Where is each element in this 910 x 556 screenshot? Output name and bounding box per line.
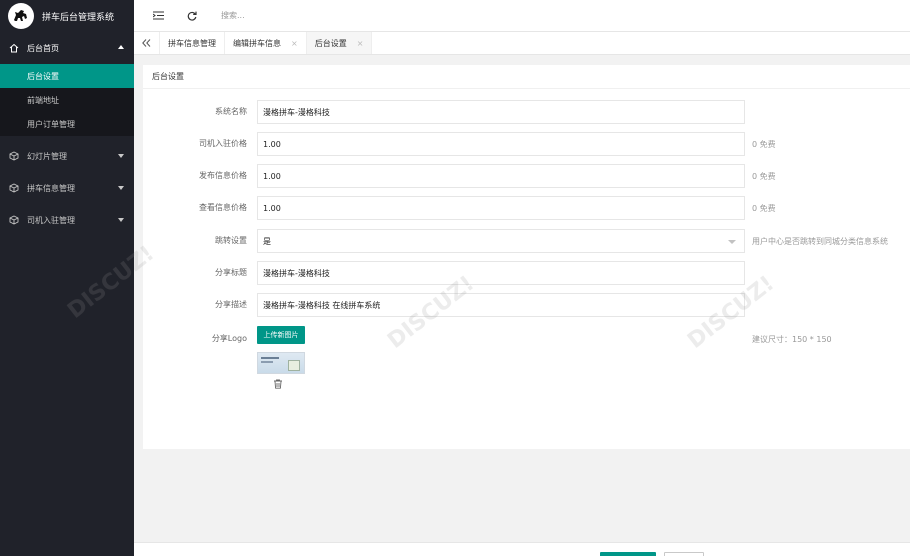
bottom-action-bar [134,542,910,556]
field-label: 分享描述 [215,300,247,309]
form-row-redirect: 跳转设置 是 用户中心是否跳转到同城分类信息系统 [143,229,910,253]
trash-icon[interactable] [273,379,283,389]
nav-group-home[interactable]: 后台首页 [0,32,134,64]
field-label: 系统名称 [215,107,247,116]
field-label: 发布信息价格 [199,171,247,180]
search-input[interactable]: 搜索... [221,10,245,21]
driver-price-input[interactable]: 1.00 [257,132,745,156]
tab-edit-carpool[interactable]: 编辑拼车信息 × [225,32,307,54]
tab-settings[interactable]: 后台设置 × [306,32,373,54]
tab-label: 编辑拼车信息 [233,38,281,48]
sub-menu-home: 后台设置 前端地址 用户订单管理 [0,64,134,136]
sidebar-item-settings[interactable]: 后台设置 [0,64,134,88]
submit-button[interactable] [600,552,656,556]
cube-icon [9,215,19,225]
menu-fold-icon[interactable] [151,9,165,23]
nav-group-driver[interactable]: 司机入驻管理 [0,204,134,236]
nav-group-label: 拼车信息管理 [27,183,75,193]
nav-group-carpool-info[interactable]: 拼车信息管理 [0,172,134,204]
chevron-down-icon [118,154,124,158]
horse-logo-icon [8,3,34,29]
nav-group-label: 幻灯片管理 [27,151,67,161]
reset-button[interactable] [664,552,704,556]
upload-image-button[interactable]: 上传新图片 [257,326,305,344]
field-hint: 0 免费 [752,204,776,213]
nav-group-label: 后台首页 [27,43,59,53]
field-hint: 0 免费 [752,140,776,149]
card-title: 后台设置 [143,65,910,89]
chevron-down-icon [118,186,124,190]
share-desc-input[interactable]: 漫格拼车-漫格科技 在线拼车系统 [257,293,745,317]
top-header: 搜索... [134,0,910,32]
home-icon [9,43,19,53]
redirect-select[interactable]: 是 [257,229,745,253]
chevron-down-icon [118,218,124,222]
form-row-share-title: 分享标题 漫格拼车-漫格科技 [143,261,910,285]
app-title: 拼车后台管理系统 [42,12,115,23]
refresh-icon[interactable] [185,9,199,23]
field-label: 分享Logo [211,334,247,343]
logo-thumbnail [257,352,305,374]
form-row-publish-price: 发布信息价格 1.00 0 免费 [143,164,910,188]
tab-carpool-info[interactable]: 拼车信息管理 [160,32,225,54]
settings-card: 后台设置 系统名称 漫格拼车-漫格科技 司机入驻价格 1.00 0 免费 发布信… [143,65,910,449]
cube-icon [9,183,19,193]
form-row-driver-price: 司机入驻价格 1.00 0 免费 [143,132,910,156]
double-chevron-left-icon[interactable] [134,32,160,54]
publish-price-input[interactable]: 1.00 [257,164,745,188]
field-label: 查看信息价格 [199,203,247,212]
field-hint: 建议尺寸：150 * 150 [752,335,832,344]
sidebar-item-frontend-url[interactable]: 前端地址 [0,88,134,112]
close-icon[interactable]: × [357,39,364,48]
tab-label: 拼车信息管理 [168,38,216,48]
tab-bar: 拼车信息管理 编辑拼车信息 × 后台设置 × [134,32,910,55]
nav-group-slides[interactable]: 幻灯片管理 [0,140,134,172]
form-row-share-desc: 分享描述 漫格拼车-漫格科技 在线拼车系统 [143,293,910,317]
tab-label: 后台设置 [314,38,347,48]
field-label: 分享标题 [215,268,247,277]
nav-group-label: 司机入驻管理 [27,215,75,225]
system-name-input[interactable]: 漫格拼车-漫格科技 [257,100,745,124]
field-label: 跳转设置 [215,236,247,245]
field-label: 司机入驻价格 [199,139,247,148]
chevron-up-icon [118,45,124,49]
view-price-input[interactable]: 1.00 [257,196,745,220]
cube-icon [9,151,19,161]
close-icon[interactable]: × [291,39,298,48]
logo-bar: 拼车后台管理系统 [0,0,134,32]
form-row-system-name: 系统名称 漫格拼车-漫格科技 [143,100,910,124]
field-hint: 用户中心是否跳转到同城分类信息系统 [752,237,888,246]
share-title-input[interactable]: 漫格拼车-漫格科技 [257,261,745,285]
field-hint: 0 免费 [752,172,776,181]
sidebar-item-user-orders[interactable]: 用户订单管理 [0,112,134,136]
form-row-view-price: 查看信息价格 1.00 0 免费 [143,196,910,220]
sidebar: 拼车后台管理系统 后台首页 后台设置 前端地址 用户订单管理 幻灯片管理 拼车信… [0,0,134,556]
